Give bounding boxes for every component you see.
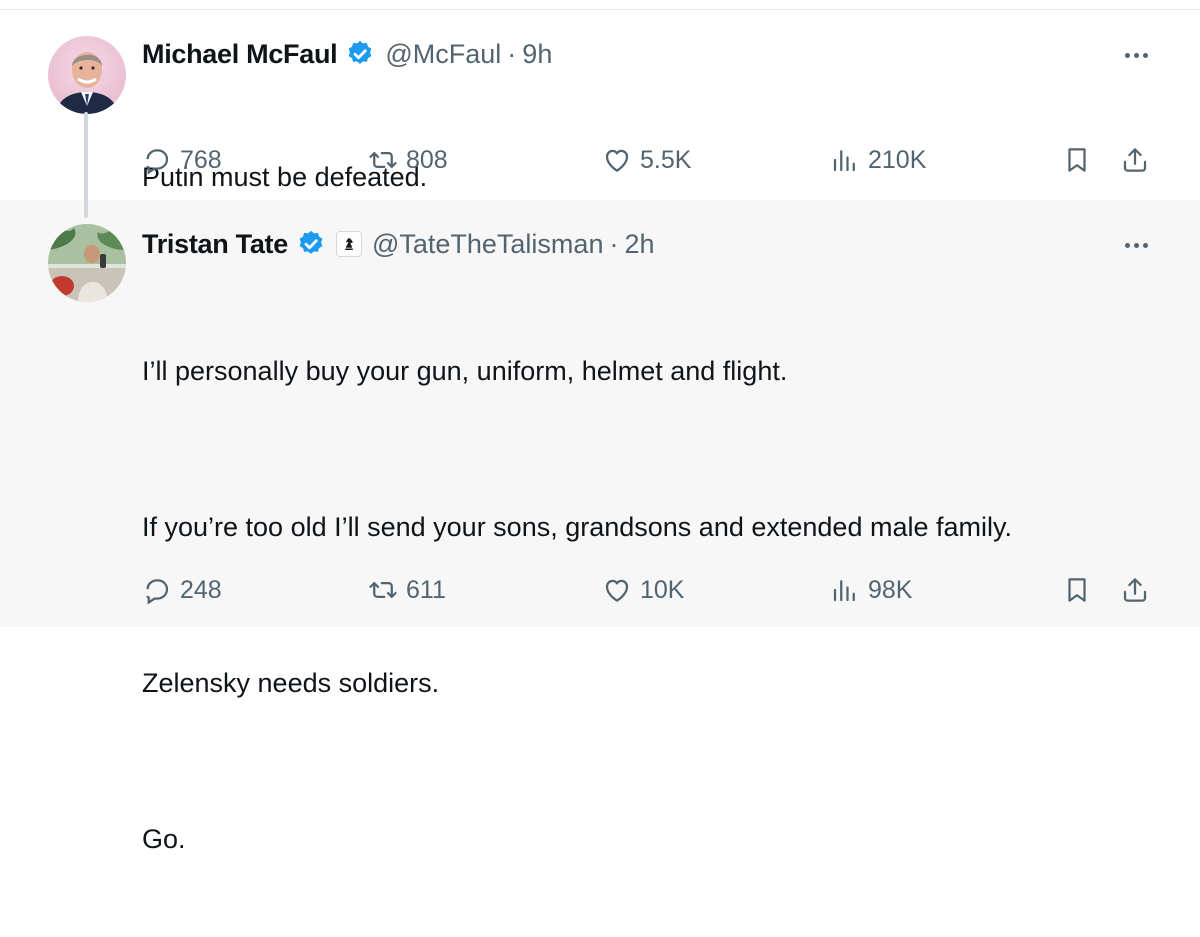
like-count: 5.5K [640, 145, 692, 174]
views-bar-chart-icon [833, 580, 855, 602]
tweet-paragraph: Zelensky needs soldiers. [142, 668, 440, 698]
verified-badge-icon[interactable] [345, 39, 375, 69]
tweet[interactable]: Tristan Tate @TateTheTalisman · 2h I’ll … [0, 200, 1200, 854]
tweet-paragraph: I’ll personally buy your gun, uniform, h… [142, 356, 788, 386]
user-handle[interactable]: @TateTheTalisman [372, 229, 604, 260]
like-count: 10K [640, 575, 685, 604]
views-button[interactable]: 98K [830, 570, 912, 610]
repost-count: 611 [406, 575, 446, 604]
avatar[interactable] [48, 36, 126, 114]
user-handle[interactable]: @McFaul [385, 39, 501, 70]
reply-icon [146, 149, 169, 175]
reply-icon [146, 579, 169, 605]
action-bar: 768 808 5.5K 210K [142, 140, 1162, 180]
timestamp[interactable]: 2h [624, 229, 654, 260]
tweet-paragraph: Go. [142, 824, 186, 854]
reply-button[interactable]: 768 [142, 140, 222, 180]
bookmark-icon [1068, 148, 1086, 172]
avatar[interactable] [48, 224, 126, 302]
repost-count: 808 [406, 145, 448, 174]
display-name[interactable]: Tristan Tate [142, 229, 288, 260]
share-button[interactable] [1120, 570, 1150, 610]
tweet[interactable]: Michael McFaul @McFaul · 9h Putin must b… [0, 10, 1200, 200]
reply-button[interactable]: 248 [142, 570, 222, 610]
views-bar-chart-icon [833, 150, 855, 172]
heart-icon [605, 579, 629, 602]
like-button[interactable]: 5.5K [602, 140, 691, 180]
heart-icon [605, 149, 629, 172]
display-name[interactable]: Michael McFaul [142, 39, 338, 70]
more-horizontal-icon[interactable] [1116, 40, 1156, 70]
bookmark-button[interactable] [1062, 140, 1092, 180]
repost-button[interactable]: 611 [368, 570, 446, 610]
views-count: 98K [868, 575, 913, 604]
separator-dot: · [609, 228, 619, 259]
action-bar: 248 611 10K 98K [142, 570, 1162, 610]
bookmark-icon [1068, 578, 1086, 602]
timestamp[interactable]: 9h [522, 39, 552, 70]
more-horizontal-icon[interactable] [1116, 230, 1156, 260]
knight-chess-piece-icon[interactable] [335, 231, 362, 257]
reply-count: 768 [180, 145, 222, 174]
repost-icon [369, 152, 397, 168]
thread-connector [84, 112, 88, 218]
views-button[interactable]: 210K [830, 140, 926, 180]
reply-count: 248 [180, 575, 222, 604]
share-icon [1123, 148, 1147, 172]
tweet-paragraph: If you’re too old I’ll send your sons, g… [142, 512, 1012, 542]
share-icon [1123, 578, 1147, 602]
separator-dot: · [507, 38, 517, 69]
verified-badge-icon[interactable] [296, 229, 326, 259]
views-count: 210K [868, 145, 927, 174]
share-button[interactable] [1120, 140, 1150, 180]
tweet-header: Michael McFaul @McFaul · 9h [142, 36, 552, 72]
repost-icon [369, 582, 397, 598]
like-button[interactable]: 10K [602, 570, 684, 610]
bookmark-button[interactable] [1062, 570, 1092, 610]
top-divider [0, 0, 1200, 10]
repost-button[interactable]: 808 [368, 140, 448, 180]
tweet-header: Tristan Tate @TateTheTalisman · 2h [142, 226, 655, 262]
